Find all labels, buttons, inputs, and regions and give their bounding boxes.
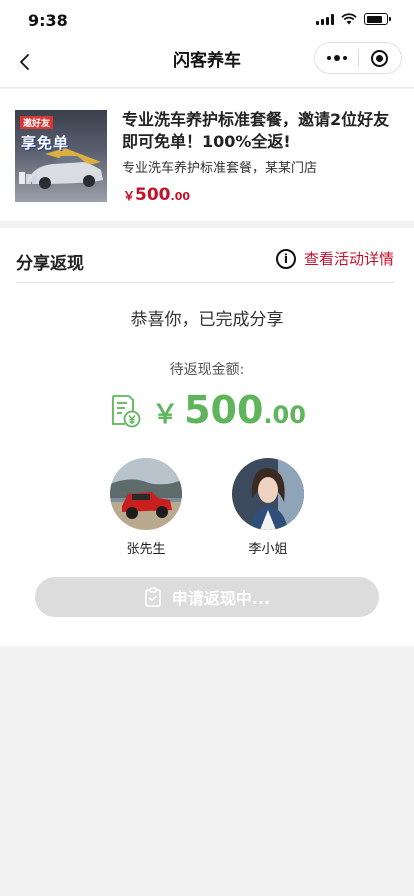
- battery-icon: [364, 13, 391, 25]
- apply-cashback-label: 申请返现中...: [171, 589, 271, 608]
- friend-item: 李小姐: [223, 458, 313, 557]
- status-time: 9:38: [28, 11, 68, 30]
- more-dot-icon: [326, 56, 331, 60]
- status-bar: 9:38: [0, 0, 414, 40]
- target-icon: [371, 49, 389, 67]
- signal-icon: [316, 13, 334, 25]
- clipboard-check-icon: [145, 587, 161, 607]
- cashback-card: 分享返现 i 查看活动详情 恭喜你，已完成分享 待返现金额: ￥500.00: [0, 228, 414, 646]
- section-title: 分享返现: [16, 254, 84, 274]
- cashback-amount: ￥ 500.00: [152, 388, 306, 432]
- friend-name: 张先生: [126, 542, 166, 557]
- product-subtitle: 专业洗车养护标准套餐，某某门店: [122, 161, 318, 176]
- price-integer: 500: [135, 185, 171, 205]
- red-jeep-avatar-icon: [110, 458, 182, 530]
- cashback-header: 分享返现 i 查看活动详情: [16, 228, 394, 283]
- activity-details-link[interactable]: i 查看活动详情: [275, 248, 394, 269]
- invited-friends: 张先生 李小姐: [0, 458, 414, 558]
- product-card[interactable]: 邀好友 享免单 专业洗车养护标准套餐，邀请2位好友即可免单！100%全返! 专业…: [0, 89, 414, 221]
- product-image-badge: 邀好友: [20, 116, 54, 129]
- avatar: [110, 458, 182, 530]
- close-mini-program-button[interactable]: [359, 43, 401, 73]
- apply-cashback-button[interactable]: 申请返现中...: [35, 577, 379, 617]
- mini-program-capsule: [314, 42, 402, 74]
- amount-decimal: .00: [263, 401, 306, 429]
- amount-currency: ￥: [152, 400, 179, 430]
- info-icon: i: [275, 248, 296, 269]
- product-image-headline: 享免单: [21, 134, 70, 152]
- friend-item: 张先生: [101, 458, 191, 557]
- price-currency: ￥: [123, 189, 136, 203]
- more-dot-icon: [333, 55, 340, 61]
- navigation-bar: 闪客养车: [0, 40, 414, 88]
- product-image: 邀好友 享免单: [15, 110, 107, 202]
- friend-name: 李小姐: [248, 542, 288, 557]
- wifi-icon: [341, 13, 357, 25]
- receipt-money-icon: [112, 395, 141, 428]
- price-decimal: .00: [170, 190, 191, 203]
- avatar: [232, 458, 304, 530]
- amount-integer: 500: [184, 388, 264, 432]
- share-complete-message: 恭喜你，已完成分享: [130, 310, 284, 330]
- status-icons: [316, 13, 391, 25]
- product-price: ￥500.00: [123, 185, 190, 205]
- more-dot-icon: [342, 56, 347, 60]
- more-options-button[interactable]: [315, 43, 358, 73]
- woman-portrait-avatar-icon: [232, 458, 304, 530]
- product-title: 专业洗车养护标准套餐，邀请2位好友即可免单！100%全返!: [122, 110, 390, 151]
- activity-details-label: 查看活动详情: [303, 250, 394, 268]
- pending-amount-label: 待返现金额:: [169, 362, 245, 378]
- pending-amount: ￥ 500.00: [0, 388, 414, 432]
